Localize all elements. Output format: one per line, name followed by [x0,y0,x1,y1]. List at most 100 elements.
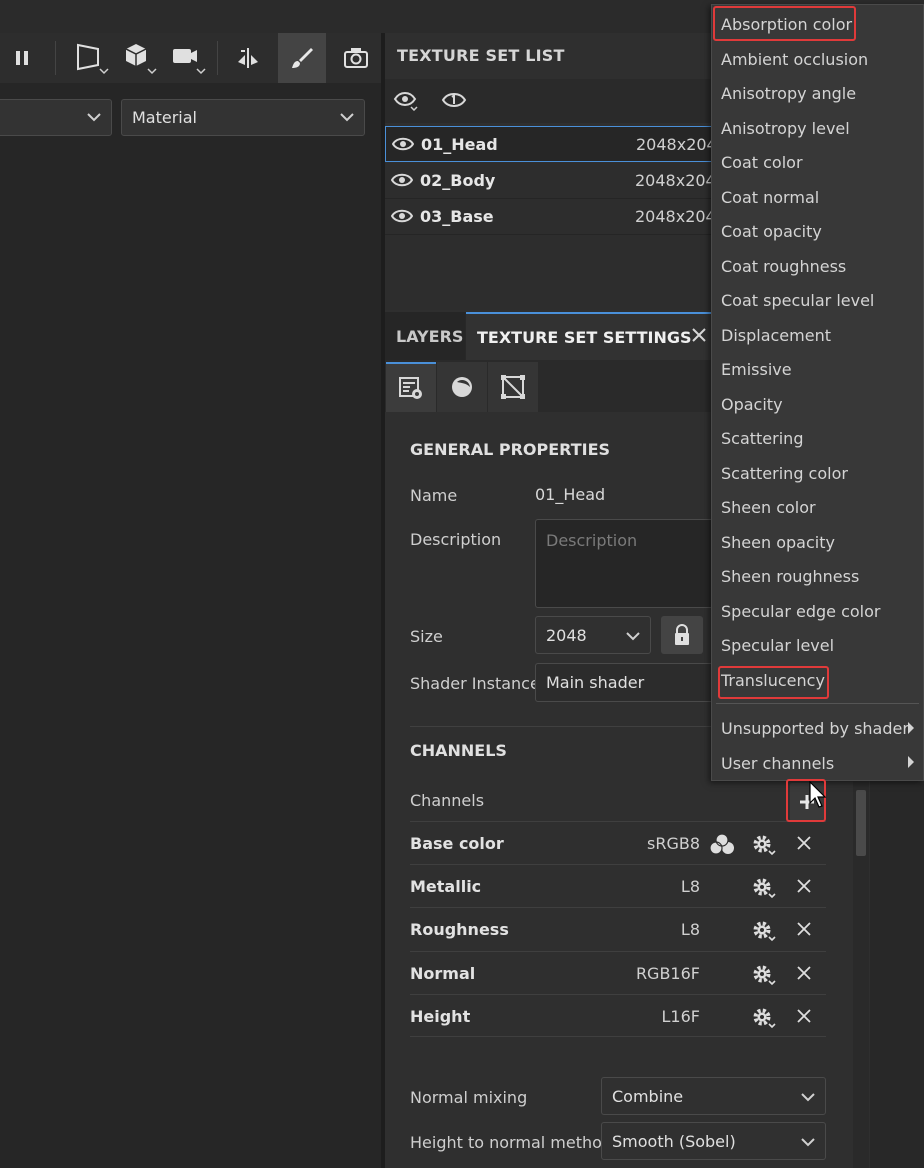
chevron-down-icon [801,1093,815,1102]
chevron-down-icon [801,1138,815,1147]
menu-item-user-channels[interactable]: User channels [721,754,834,773]
visibility-eye-icon[interactable] [393,89,419,111]
3d-view-icon[interactable] [118,33,160,83]
close-icon[interactable] [690,326,708,344]
material-mode-value: Material [132,108,197,127]
tab-layers-label: LAYERS [396,326,464,346]
menu-item[interactable]: Emissive [721,360,792,379]
normal-mixing-dropdown[interactable]: Combine [601,1077,826,1115]
lock-size-button[interactable] [661,616,703,654]
gear-icon[interactable] [751,833,777,857]
menu-item[interactable]: Coat normal [721,188,819,207]
texture-set-name: 02_Body [420,171,496,190]
tab-texture-set-settings-label: TEXTURE SET SETTINGS [477,327,692,347]
texture-set-name: 03_Base [420,207,494,226]
description-field[interactable]: Description [535,519,725,608]
eye-icon[interactable] [391,172,413,188]
menu-item[interactable]: Anisotropy angle [721,84,856,103]
texture-set-row[interactable]: 02_Body 2048x2048 [385,163,726,199]
eye-icon[interactable] [392,136,414,152]
channel-format[interactable]: L8 [681,920,700,939]
channel-format[interactable]: L8 [681,877,700,896]
mouse-cursor-icon [809,781,827,808]
shader-ball-icon[interactable] [437,362,487,412]
name-label: Name [410,486,458,505]
channel-name: Roughness [410,920,509,939]
menu-item[interactable]: Scattering [721,429,803,448]
highlight-translucency [718,666,829,699]
chevron-down-icon [340,113,354,122]
size-value: 2048 [546,625,587,645]
solo-icon[interactable] [441,89,467,111]
channel-format[interactable]: RGB16F [636,964,700,983]
size-label: Size [410,627,443,646]
close-icon[interactable] [796,1008,812,1024]
pause-icon[interactable] [8,33,36,83]
brush-icon[interactable] [278,33,326,83]
menu-item-unsupported-by-shader[interactable]: Unsupported by shader [721,719,909,738]
uv-frame-icon[interactable] [488,362,538,412]
menu-item[interactable]: Coat color [721,153,803,172]
eye-icon[interactable] [391,208,413,224]
gear-icon[interactable] [751,876,777,900]
channel-row[interactable]: Base color sRGB8 [410,821,826,864]
height-to-normal-value: Smooth (Sobel) [612,1131,736,1151]
menu-item[interactable]: Coat opacity [721,222,822,241]
menu-item[interactable]: Sheen opacity [721,533,835,552]
viewport[interactable]: Material [0,83,383,1168]
chevron-down-icon [626,632,640,641]
material-mode-dropdown[interactable]: Material [121,99,365,136]
2d-view-icon[interactable] [70,33,112,83]
height-to-normal-dropdown[interactable]: Smooth (Sobel) [601,1122,826,1160]
close-icon[interactable] [796,921,812,937]
close-icon[interactable] [796,835,812,851]
shader-instance-label: Shader Instance [410,674,540,693]
menu-item[interactable]: Specular edge color [721,602,881,621]
tab-layers[interactable]: LAYERS [385,312,465,360]
scrollbar-thumb[interactable] [856,790,866,856]
texture-set-name: 01_Head [421,135,498,154]
tab-texture-set-settings[interactable]: TEXTURE SET SETTINGS [466,312,716,360]
screenshot-icon[interactable] [338,33,374,83]
viewport-mode-dropdown[interactable] [0,99,112,136]
channel-format[interactable]: sRGB8 [647,834,700,853]
symmetry-icon[interactable] [230,33,266,83]
menu-item[interactable]: Specular level [721,636,834,655]
channel-format[interactable]: L16F [662,1007,700,1026]
camera-icon[interactable] [166,33,210,83]
texture-set-row[interactable]: 03_Base 2048x2048 [385,199,726,235]
menu-item[interactable]: Ambient occlusion [721,50,868,69]
name-value[interactable]: 01_Head [535,485,605,504]
menu-item[interactable]: Coat roughness [721,257,846,276]
gear-icon[interactable] [751,919,777,943]
channel-row[interactable]: Metallic L8 [410,864,826,907]
gear-icon[interactable] [751,1006,777,1030]
menu-item[interactable]: Sheen color [721,498,816,517]
general-properties-heading: GENERAL PROPERTIES [410,440,611,459]
lock-icon [675,624,689,645]
viewport-toolbar [0,33,383,83]
gear-icon[interactable] [751,963,777,987]
channel-row[interactable]: Normal RGB16F [410,951,826,994]
normal-mixing-value: Combine [612,1086,684,1106]
texture-set-row[interactable]: 01_Head 2048x2048 [385,126,727,162]
menu-item[interactable]: Displacement [721,326,831,345]
close-icon[interactable] [796,878,812,894]
shader-instance-dropdown[interactable]: Main shader [535,663,725,702]
menu-item[interactable]: Anisotropy level [721,119,850,138]
channels-heading: CHANNELS [410,741,507,760]
menu-item[interactable]: Coat specular level [721,291,874,310]
channel-row[interactable]: Height L16F [410,994,826,1037]
chevron-right-icon [908,722,914,734]
channel-row[interactable]: Roughness L8 [410,907,826,950]
color-profile-icon[interactable] [708,833,736,855]
texture-set-settings-icon[interactable] [386,362,436,412]
close-icon[interactable] [796,965,812,981]
normal-mixing-label: Normal mixing [410,1088,528,1107]
menu-separator [716,703,919,704]
size-dropdown[interactable]: 2048 [535,616,651,654]
toolbar-separator [217,41,218,75]
menu-item[interactable]: Scattering color [721,464,848,483]
menu-item[interactable]: Opacity [721,395,783,414]
menu-item[interactable]: Sheen roughness [721,567,859,586]
